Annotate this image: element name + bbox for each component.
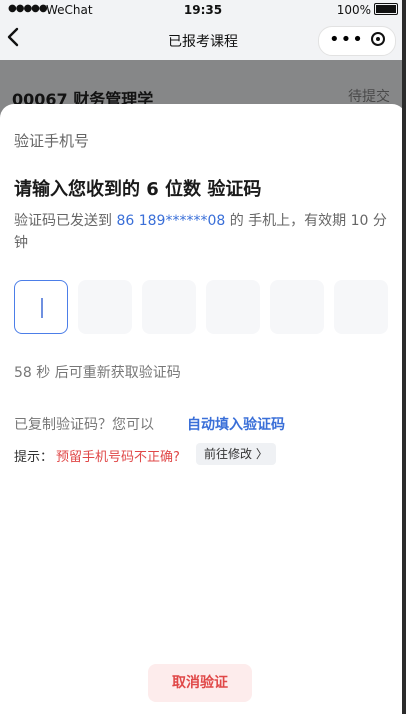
- phone-number: 86 189******08: [116, 213, 226, 229]
- target-circle-icon[interactable]: [371, 32, 385, 46]
- battery-percent: 100%: [336, 3, 371, 17]
- copied-hint: 已复制验证码？您可以: [14, 417, 154, 433]
- battery-indicator: 100%: [337, 3, 398, 17]
- sent-prefix: 验证码已发送到: [14, 213, 117, 229]
- status-bar: ●●●●● WeChat 19:35 100%: [0, 0, 406, 20]
- autofill-link[interactable]: 自动填入验证码: [187, 414, 285, 434]
- tip-warning: 预留手机号码不正确?: [56, 450, 180, 465]
- tip-label: 提示：: [14, 450, 54, 465]
- battery-icon: [374, 3, 398, 15]
- edit-phone-button[interactable]: 前往修改 〉: [196, 443, 276, 465]
- cancel-verify-button[interactable]: 取消验证: [148, 664, 252, 702]
- sent-notice: 验证码已发送到 86 189******08 的 手机上，有效期 10 分钟: [14, 210, 390, 254]
- nav-bar: 已报考课程 •••: [0, 20, 406, 60]
- mini-program-capsule: •••: [318, 26, 396, 56]
- code-digit-6[interactable]: [334, 280, 388, 334]
- text-cursor: [41, 298, 43, 318]
- code-digit-4[interactable]: [206, 280, 260, 334]
- ellipsis-icon[interactable]: •••: [329, 28, 364, 52]
- code-input-group[interactable]: [14, 280, 388, 334]
- code-digit-1[interactable]: [14, 280, 68, 334]
- sheet-heading: 请输入您收到的 6 位数 验证码: [14, 179, 262, 200]
- screen-edge: [402, 0, 406, 714]
- sheet-title: 验证手机号: [14, 132, 90, 150]
- verification-sheet: 验证手机号 请输入您收到的 6 位数 验证码 验证码已发送到 86 189***…: [0, 104, 406, 714]
- code-digit-5[interactable]: [270, 280, 324, 334]
- code-digit-2[interactable]: [78, 280, 132, 334]
- resend-countdown: 58 秒 后可重新获取验证码: [14, 365, 181, 381]
- code-digit-3[interactable]: [142, 280, 196, 334]
